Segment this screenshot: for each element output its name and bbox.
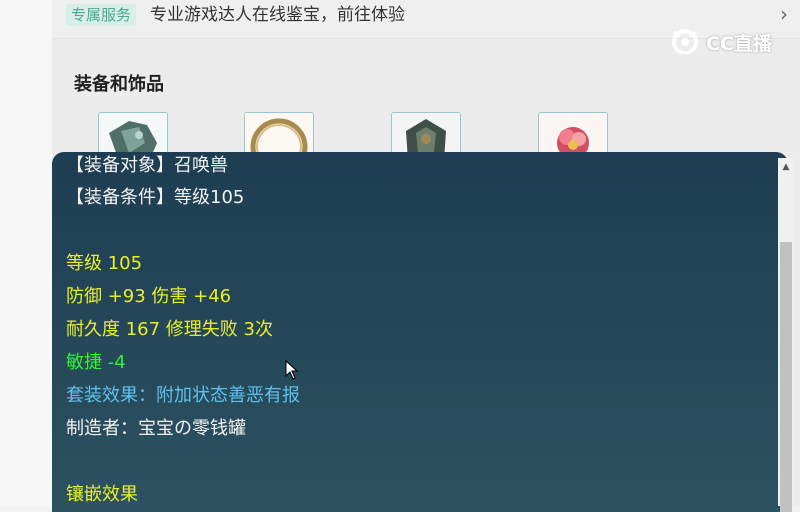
tooltip-line-agility: 敏捷 -4 <box>66 352 126 373</box>
left-margin <box>0 0 52 506</box>
tooltip-line-maker: 制造者：宝宝の零钱罐 <box>66 418 246 439</box>
tooltip-line-durability: 耐久度 167 修理失败 3次 <box>66 319 273 340</box>
tooltip-line-requirement: 【装备条件】等级105 <box>66 187 245 208</box>
tooltip-scrollbar[interactable]: ▲ <box>778 158 794 512</box>
mouse-pointer-icon <box>285 360 299 380</box>
scroll-thumb[interactable] <box>780 242 792 512</box>
tooltip-line-target: 【装备对象】召唤兽 <box>66 155 228 176</box>
section-title: 装备和饰品 <box>74 74 164 95</box>
tooltip-line-set-effect: 套装效果：附加状态善恶有报 <box>66 385 300 406</box>
item-tooltip: 【装备对象】召唤兽 【装备条件】等级105 等级 105 防御 +93 伤害 +… <box>52 152 788 512</box>
service-banner-text[interactable]: 专业游戏达人在线鉴宝，前往体验 <box>150 4 405 26</box>
scroll-up-arrow-icon[interactable]: ▲ <box>778 158 794 176</box>
chevron-right-icon[interactable]: › <box>780 3 788 25</box>
cc-logo-text: CC直播 <box>706 33 772 55</box>
cc-logo-icon <box>672 29 698 54</box>
tooltip-line-inlay-effect: 镶嵌效果 <box>66 484 138 505</box>
tooltip-line-level: 等级 105 <box>66 253 143 274</box>
tooltip-line-defense-damage: 防御 +93 伤害 +46 <box>66 286 232 307</box>
cc-live-logo: CC直播 <box>670 28 780 55</box>
service-badge: 专属服务 <box>66 4 137 26</box>
